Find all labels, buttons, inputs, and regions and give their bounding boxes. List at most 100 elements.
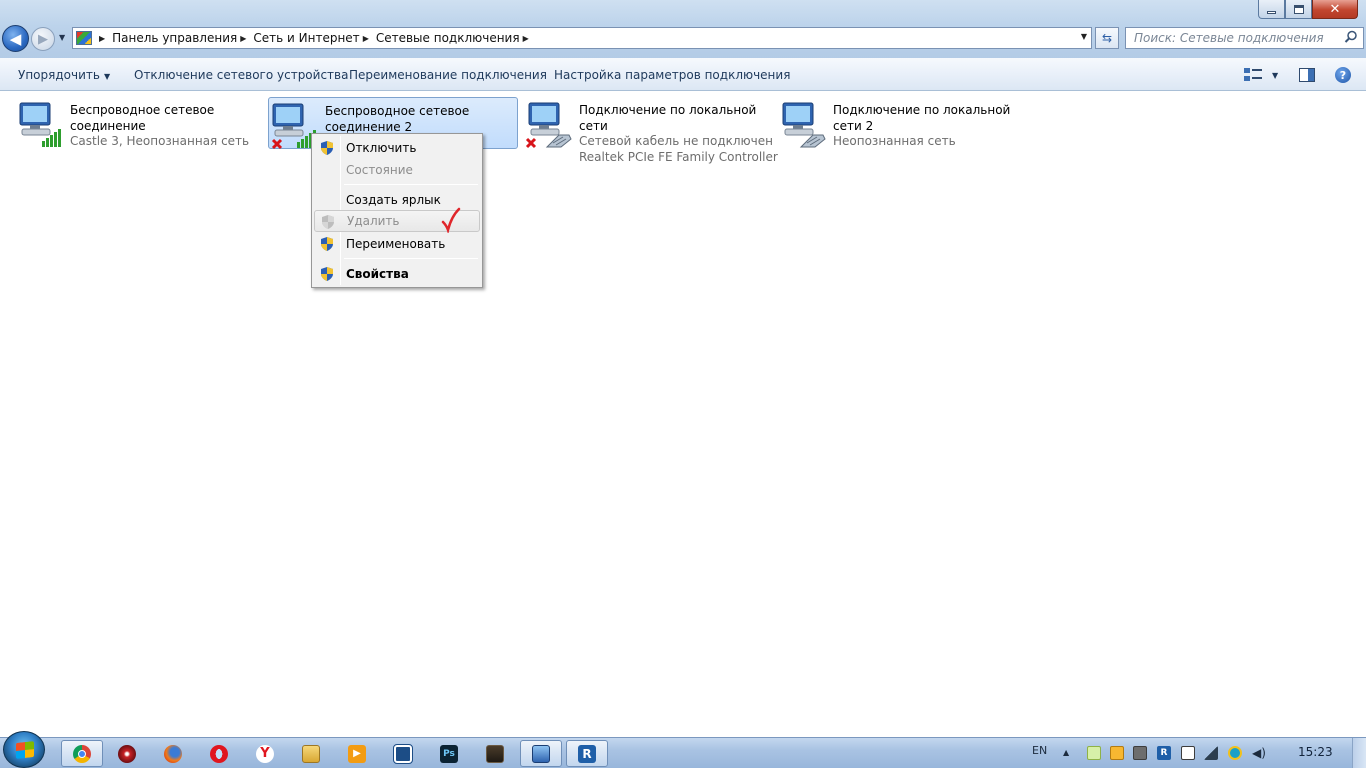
refresh-button[interactable]: ⇆ — [1095, 27, 1119, 49]
menu-item-label: Переименовать — [346, 237, 446, 251]
taskbar-file-explorer[interactable] — [290, 740, 332, 767]
menu-item-properties[interactable]: Свойства — [314, 263, 480, 285]
connection-wireless-1[interactable]: Беспроводное сетевое соединение Castle 3… — [0, 97, 250, 149]
language-indicator[interactable]: EN — [1032, 744, 1047, 757]
menu-item-disable[interactable]: Отключить — [314, 137, 480, 159]
ethernet-connection-icon — [525, 102, 572, 149]
wireless-connection-icon — [271, 103, 316, 150]
chevron-right-icon[interactable]: ▶ — [363, 34, 369, 43]
windows-logo-icon — [16, 741, 34, 759]
r-tray-icon[interactable]: R — [1157, 746, 1171, 760]
chevron-down-icon: ▼ — [103, 72, 111, 81]
video-player-icon: ▶ — [348, 744, 366, 763]
connection-status: Сетевой кабель не подключен — [579, 134, 773, 148]
change-view-button[interactable]: ▼ — [1244, 66, 1278, 84]
back-arrow-icon: ◀ — [9, 29, 22, 48]
terminal-icon — [486, 744, 504, 763]
close-button[interactable]: ✕ — [1312, 0, 1358, 19]
address-bar[interactable]: ▶ Панель управления ▶ Сеть и Интернет ▶ … — [72, 27, 1092, 49]
connection-info: Беспроводное сетевое соединение Castle 3… — [70, 103, 270, 150]
notes-icon[interactable] — [1087, 746, 1101, 760]
taskbar-network-connections[interactable] — [520, 740, 562, 767]
chevron-right-icon[interactable]: ▶ — [523, 34, 529, 43]
minimize-button[interactable] — [1258, 0, 1285, 19]
connection-lan-2[interactable]: Подключение по локальной сети 2 Неопозна… — [763, 97, 1013, 149]
photoshop-icon: Ps — [440, 744, 458, 763]
menu-item-rename[interactable]: Переименовать — [314, 233, 480, 255]
taskbar-media-player[interactable] — [106, 740, 148, 767]
taskbar-yandex-browser[interactable]: Y — [244, 740, 286, 767]
uac-shield-icon — [321, 237, 333, 251]
connection-settings-button[interactable]: Настройка параметров подключения — [554, 68, 790, 82]
search-input[interactable]: Поиск: Сетевые подключения — [1125, 27, 1364, 49]
disable-device-button[interactable]: Отключение сетевого устройства — [134, 68, 348, 82]
minimize-icon — [1267, 10, 1276, 14]
start-button[interactable] — [3, 731, 45, 768]
connection-status: Неопознанная сеть — [833, 134, 956, 148]
restore-button[interactable] — [1285, 0, 1312, 19]
menu-item-label: Отключить — [346, 141, 417, 155]
address-dropdown-icon[interactable]: ▼ — [1081, 32, 1087, 41]
view-list-icon — [1244, 68, 1262, 81]
ethernet-connection-icon — [782, 102, 826, 148]
ipod-app-icon — [393, 743, 413, 764]
nav-buttons: ◀ ▶ ▼ — [2, 25, 68, 53]
breadcrumb-network-connections[interactable]: Сетевые подключения — [376, 31, 520, 45]
yandex-browser-icon: Y — [256, 744, 274, 763]
r-app-icon: R — [578, 744, 596, 763]
preview-pane-icon — [1299, 68, 1315, 82]
view-dropdown-icon[interactable]: ▼ — [1272, 71, 1278, 80]
volume-icon[interactable]: ◀) — [1252, 746, 1266, 760]
recent-pages-dropdown[interactable]: ▼ — [59, 33, 65, 42]
taskbar-firefox[interactable] — [152, 740, 194, 767]
menu-item-label: Удалить — [347, 214, 400, 228]
uac-shield-icon — [321, 141, 333, 155]
connection-name: Подключение по локальной сети — [579, 103, 757, 133]
refresh-icon: ⇆ — [1101, 31, 1113, 45]
organize-button[interactable]: Упорядочить ▼ — [18, 68, 110, 82]
taskbar-terminal[interactable] — [474, 740, 516, 767]
show-hidden-icons-button[interactable]: ▲ — [1063, 748, 1069, 757]
usb-device-icon[interactable] — [1181, 746, 1195, 760]
connection-name: Беспроводное сетевое соединение — [70, 103, 215, 133]
chevron-right-icon[interactable]: ▶ — [240, 34, 246, 43]
opera-icon — [210, 744, 228, 763]
search-icon[interactable] — [1344, 30, 1358, 44]
taskbar-ipod-app[interactable] — [382, 740, 424, 767]
settings-icon[interactable] — [1133, 746, 1147, 760]
sync-icon[interactable] — [1228, 746, 1242, 760]
help-icon: ? — [1335, 67, 1351, 83]
help-button[interactable]: ? — [1335, 66, 1351, 84]
uac-shield-icon — [321, 267, 333, 281]
connections-view[interactable]: Беспроводное сетевое соединение Castle 3… — [0, 92, 1366, 737]
breadcrumb-network-internet[interactable]: Сеть и Интернет — [253, 31, 359, 45]
window-controls: ✕ — [1258, 0, 1358, 19]
show-desktop-button[interactable] — [1352, 738, 1366, 768]
taskbar-video-player[interactable]: ▶ — [336, 740, 378, 767]
media-player-icon — [118, 744, 136, 763]
connection-info: Подключение по локальной сети Сетевой ка… — [579, 103, 779, 165]
forward-button[interactable]: ▶ — [31, 27, 55, 51]
menu-item-status[interactable]: Состояние — [314, 159, 480, 181]
restore-icon — [1293, 4, 1304, 14]
chevron-right-icon[interactable]: ▶ — [99, 34, 105, 43]
taskbar-opera[interactable] — [198, 740, 240, 767]
connection-name: Подключение по локальной сети 2 — [833, 103, 1011, 133]
file-explorer-icon — [302, 744, 320, 763]
taskbar-photoshop[interactable]: Ps — [428, 740, 470, 767]
menu-separator — [344, 184, 478, 185]
preview-pane-button[interactable] — [1299, 66, 1315, 84]
rename-connection-button[interactable]: Переименование подключения — [349, 68, 547, 82]
menu-item-label: Свойства — [346, 267, 409, 281]
security-icon[interactable] — [1110, 746, 1124, 760]
uac-shield-icon — [322, 215, 334, 229]
connection-lan-1[interactable]: Подключение по локальной сети Сетевой ка… — [509, 97, 778, 164]
connection-info: Беспроводное сетевое соединение 2 — [325, 104, 525, 135]
signal-icon[interactable] — [1204, 746, 1218, 760]
breadcrumb-control-panel[interactable]: Панель управления — [112, 31, 237, 45]
taskbar-chrome[interactable] — [61, 740, 103, 767]
back-button[interactable]: ◀ — [2, 25, 29, 52]
clock[interactable]: 15:23 — [1298, 745, 1333, 759]
connection-info: Подключение по локальной сети 2 Неопозна… — [833, 103, 1033, 150]
taskbar-r-app[interactable]: R — [566, 740, 608, 767]
